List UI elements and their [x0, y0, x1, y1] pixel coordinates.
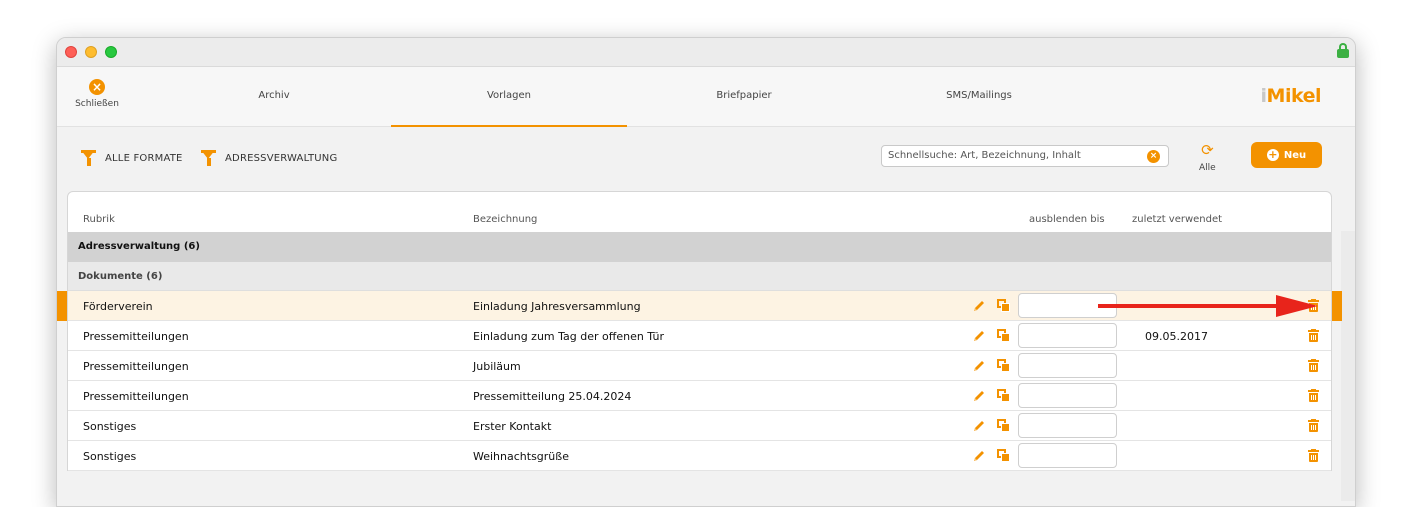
trash-icon[interactable] — [1308, 359, 1319, 372]
format-filter-label: ALLE FORMATE — [105, 152, 183, 164]
table-row[interactable]: Sonstiges Erster Kontakt — [68, 411, 1331, 441]
selection-marker — [57, 291, 67, 321]
new-button[interactable]: + Neu — [1251, 142, 1322, 168]
cell-rubrik: Sonstiges — [83, 420, 137, 433]
table-row[interactable]: Pressemitteilungen Pressemitteilung 25.0… — [68, 381, 1331, 411]
category-filter-label: ADRESSVERWALTUNG — [225, 152, 338, 164]
close-label: Schließen — [75, 99, 119, 109]
minimize-window-button[interactable] — [85, 46, 97, 58]
copy-icon[interactable] — [997, 329, 1010, 342]
filter-icon — [81, 149, 96, 167]
plus-icon: + — [1266, 148, 1279, 161]
lock-icon — [1337, 43, 1349, 59]
hide-until-input[interactable] — [1018, 323, 1117, 348]
table-row[interactable]: Sonstiges Weihnachtsgrüße — [68, 441, 1331, 471]
title-bar — [57, 38, 1355, 67]
copy-icon[interactable] — [997, 419, 1010, 432]
annotation-arrow — [1098, 295, 1318, 317]
new-button-label: Neu — [1283, 149, 1307, 161]
scrollbar[interactable] — [1341, 231, 1355, 501]
cell-bezeichnung: Pressemitteilung 25.04.2024 — [473, 390, 632, 403]
templates-table: Rubrik Bezeichnung ausblenden bis zuletz… — [57, 191, 1342, 471]
filter-bar: ALLE FORMATE ADRESSVERWALTUNG Schnellsuc… — [57, 128, 1355, 192]
edit-icon[interactable] — [972, 329, 986, 343]
edit-icon[interactable] — [972, 389, 986, 403]
refresh-button[interactable]: ⟳ Alle — [1199, 142, 1216, 173]
hide-until-input[interactable] — [1018, 413, 1117, 438]
cell-rubrik: Pressemitteilungen — [83, 330, 189, 343]
tab-vorlagen[interactable]: Vorlagen — [391, 67, 627, 127]
search-input[interactable]: Schnellsuche: Art, Bezeichnung, Inhalt × — [881, 145, 1169, 167]
category-filter[interactable]: ADRESSVERWALTUNG — [201, 148, 337, 168]
cell-rubrik: Förderverein — [83, 300, 153, 313]
hide-until-input[interactable] — [1018, 353, 1117, 378]
top-navigation: × Schließen Archiv Vorlagen Briefpapier … — [57, 67, 1355, 127]
column-header-zuletzt[interactable]: zuletzt verwendet — [1132, 214, 1222, 225]
trash-icon[interactable] — [1308, 329, 1319, 342]
close-window-button[interactable] — [65, 46, 77, 58]
cell-rubrik: Pressemitteilungen — [83, 360, 189, 373]
format-filter[interactable]: ALLE FORMATE — [81, 148, 183, 168]
hide-until-input[interactable] — [1018, 443, 1117, 468]
column-header-rubrik[interactable]: Rubrik — [83, 214, 115, 225]
refresh-icon: ⟳ — [1201, 141, 1214, 159]
close-button[interactable]: × Schließen — [67, 79, 127, 109]
filter-icon — [201, 149, 216, 167]
refresh-label: Alle — [1199, 163, 1216, 173]
copy-icon[interactable] — [997, 299, 1010, 312]
cell-last-used: 09.05.2017 — [1145, 330, 1208, 343]
trash-icon[interactable] — [1308, 419, 1319, 432]
table-row[interactable]: Pressemitteilungen Jubiläum — [68, 351, 1331, 381]
edit-icon[interactable] — [972, 449, 986, 463]
tab-sms-mailings[interactable]: SMS/Mailings — [861, 67, 1097, 127]
hide-until-input[interactable] — [1018, 383, 1117, 408]
selection-marker — [1332, 291, 1342, 321]
cell-bezeichnung: Einladung zum Tag der offenen Tür — [473, 330, 665, 343]
group-header[interactable]: Adressverwaltung (6) — [68, 232, 1331, 262]
table-row[interactable]: Pressemitteilungen Einladung zum Tag der… — [68, 321, 1331, 351]
cell-bezeichnung: Einladung Jahresversammlung — [473, 300, 641, 313]
trash-icon[interactable] — [1308, 389, 1319, 402]
tab-briefpapier[interactable]: Briefpapier — [626, 67, 862, 127]
copy-icon[interactable] — [997, 449, 1010, 462]
cell-bezeichnung: Jubiläum — [473, 360, 521, 373]
copy-icon[interactable] — [997, 359, 1010, 372]
tab-archiv[interactable]: Archiv — [156, 67, 392, 127]
edit-icon[interactable] — [972, 359, 986, 373]
close-icon: × — [89, 79, 105, 95]
cell-rubrik: Pressemitteilungen — [83, 390, 189, 403]
app-window: × Schließen Archiv Vorlagen Briefpapier … — [56, 37, 1356, 507]
column-header-ausblenden[interactable]: ausblenden bis — [1029, 214, 1105, 225]
imikel-logo: iMikel — [1260, 85, 1322, 107]
column-header-bezeichnung[interactable]: Bezeichnung — [473, 214, 537, 225]
subgroup-header[interactable]: Dokumente (6) — [68, 262, 1331, 291]
edit-icon[interactable] — [972, 299, 986, 313]
search-placeholder: Schnellsuche: Art, Bezeichnung, Inhalt — [888, 150, 1081, 161]
search-clear-icon[interactable]: × — [1147, 150, 1160, 163]
zoom-window-button[interactable] — [105, 46, 117, 58]
edit-icon[interactable] — [972, 419, 986, 433]
cell-bezeichnung: Erster Kontakt — [473, 420, 552, 433]
cell-bezeichnung: Weihnachtsgrüße — [473, 450, 569, 463]
cell-rubrik: Sonstiges — [83, 450, 137, 463]
copy-icon[interactable] — [997, 389, 1010, 402]
trash-icon[interactable] — [1308, 449, 1319, 462]
